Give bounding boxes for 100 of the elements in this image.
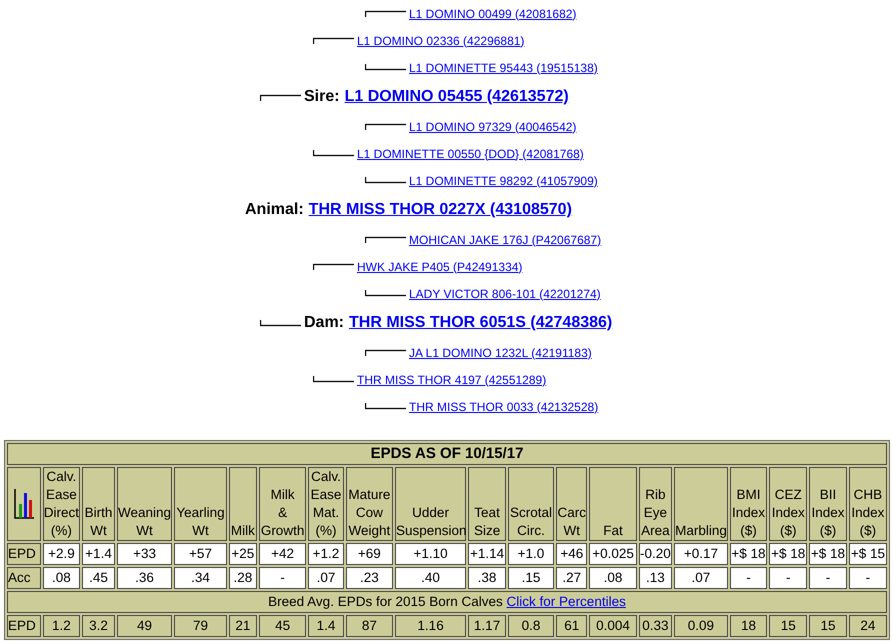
table-cell: .13 xyxy=(638,567,672,589)
table-cell: 0.004 xyxy=(589,615,637,637)
table-cell: +2.9 xyxy=(42,543,80,565)
column-header: Birth Wt xyxy=(82,467,115,541)
table-cell: 1.2 xyxy=(42,615,80,637)
column-header: Milk & Growth xyxy=(259,467,306,541)
table-cell: - xyxy=(259,567,306,589)
column-header: CHB Index ($) xyxy=(848,467,887,541)
animal-link[interactable]: MOHICAN JAKE 176J (P42067687) xyxy=(409,232,602,246)
animal-link[interactable]: THR MISS THOR 0033 (42132528) xyxy=(409,400,598,414)
animal-link[interactable]: L1 DOMINO 97329 (40046542) xyxy=(409,120,576,134)
animal-link[interactable]: L1 DOMINETTE 95443 (19515138) xyxy=(409,60,598,74)
table-cell: +1.14 xyxy=(468,543,506,565)
column-header: Calv. Ease Mat. (%) xyxy=(308,467,344,541)
table-cell: 0.8 xyxy=(508,615,554,637)
animal-link[interactable]: LADY VICTOR 806-101 (42201274) xyxy=(409,286,601,300)
column-header: Calv. Ease Direct (%) xyxy=(42,467,80,541)
animal-link[interactable]: L1 DOMINETTE 98292 (41057909) xyxy=(409,174,598,188)
bar-chart-icon[interactable] xyxy=(14,489,34,519)
connector-line xyxy=(365,64,406,71)
table-cell: .08 xyxy=(42,567,80,589)
table-cell: - xyxy=(769,567,808,589)
column-header: Yearling Wt xyxy=(174,467,227,541)
table-cell: +1.0 xyxy=(508,543,554,565)
connector-line xyxy=(313,37,354,44)
animal-link[interactable]: THR MISS THOR 4197 (42551289) xyxy=(357,372,546,386)
table-cell: 21 xyxy=(228,615,257,637)
table-cell: 18 xyxy=(730,615,768,637)
pedigree-label: Sire: xyxy=(304,88,340,106)
table-cell: +$ 15 xyxy=(848,543,887,565)
table-cell: 79 xyxy=(174,615,227,637)
column-header: BMI Index ($) xyxy=(730,467,768,541)
row-label: EPD xyxy=(7,615,41,637)
table-cell: +0.025 xyxy=(589,543,637,565)
connector-line xyxy=(365,123,406,130)
table-cell: +$ 18 xyxy=(809,543,847,565)
table-cell: +$ 18 xyxy=(730,543,768,565)
table-cell: 15 xyxy=(769,615,808,637)
table-cell: - xyxy=(848,567,887,589)
animal-link[interactable]: L1 DOMINO 00499 (42081682) xyxy=(409,6,576,20)
connector-line xyxy=(365,349,406,356)
connector-line xyxy=(313,150,354,157)
table-cell: .45 xyxy=(82,567,115,589)
table-cell: - xyxy=(809,567,847,589)
pedigree-label: Dam: xyxy=(304,314,344,332)
column-header: Marbling xyxy=(674,467,728,541)
column-header: CEZ Index ($) xyxy=(769,467,808,541)
column-header: BII Index ($) xyxy=(809,467,847,541)
table-cell: 87 xyxy=(346,615,393,637)
connector-line xyxy=(260,94,301,100)
table-cell: .38 xyxy=(468,567,506,589)
connector-line xyxy=(365,290,406,297)
table-cell: 24 xyxy=(848,615,887,637)
column-header: Carc Wt xyxy=(556,467,588,541)
table-cell: +$ 18 xyxy=(769,543,808,565)
table-cell: +46 xyxy=(556,543,588,565)
table-cell: 1.4 xyxy=(308,615,344,637)
table-cell: .23 xyxy=(346,567,393,589)
table-cell: +57 xyxy=(174,543,227,565)
table-cell: 1.17 xyxy=(468,615,506,637)
animal-link[interactable]: THR MISS THOR 0227X (43108570) xyxy=(308,201,572,219)
table-cell: 0.33 xyxy=(638,615,672,637)
column-header: Scrotal Circ. xyxy=(508,467,554,541)
table-cell: 3.2 xyxy=(82,615,115,637)
animal-link[interactable]: L1 DOMINO 02336 (42296881) xyxy=(357,34,524,48)
row-label: EPD xyxy=(7,543,41,565)
table-cell: +1.10 xyxy=(394,543,466,565)
column-header: Teat Size xyxy=(468,467,506,541)
table-cell: .34 xyxy=(174,567,227,589)
table-cell: - xyxy=(730,567,768,589)
column-header: Mature Cow Weight xyxy=(346,467,393,541)
column-header: Fat xyxy=(589,467,637,541)
connector-line xyxy=(313,376,354,383)
pedigree-label: Animal: xyxy=(245,201,304,219)
column-header: Milk xyxy=(228,467,257,541)
table-title: EPDS AS OF 10/15/17 xyxy=(7,443,887,465)
table-cell: +1.4 xyxy=(82,543,115,565)
connector-line xyxy=(260,320,301,326)
animal-link[interactable]: THR MISS THOR 6051S (42748386) xyxy=(349,314,612,332)
table-cell: 49 xyxy=(116,615,172,637)
row-label: Acc xyxy=(7,567,41,589)
animal-link[interactable]: HWK JAKE P405 (P42491334) xyxy=(357,260,522,274)
table-cell: 61 xyxy=(556,615,588,637)
percentiles-link[interactable]: Click for Percentiles xyxy=(506,594,626,609)
table-cell: .07 xyxy=(674,567,728,589)
table-cell: +33 xyxy=(116,543,172,565)
table-cell: +69 xyxy=(346,543,393,565)
column-header: Weaning Wt xyxy=(116,467,172,541)
animal-link[interactable]: L1 DOMINO 05455 (42613572) xyxy=(344,88,569,106)
table-cell: .28 xyxy=(228,567,257,589)
table-cell: 0.09 xyxy=(674,615,728,637)
animal-link[interactable]: JA L1 DOMINO 1232L (42191183) xyxy=(409,346,592,360)
breed-caption: Breed Avg. EPDs for 2015 Born Calves xyxy=(268,594,503,609)
table-cell: +25 xyxy=(228,543,257,565)
connector-line xyxy=(365,177,406,184)
connector-line xyxy=(365,10,406,17)
connector-line xyxy=(313,263,354,270)
table-cell: .07 xyxy=(308,567,344,589)
table-cell: +0.17 xyxy=(674,543,728,565)
animal-link[interactable]: L1 DOMINETTE 00550 {DOD} (42081768) xyxy=(357,146,584,160)
